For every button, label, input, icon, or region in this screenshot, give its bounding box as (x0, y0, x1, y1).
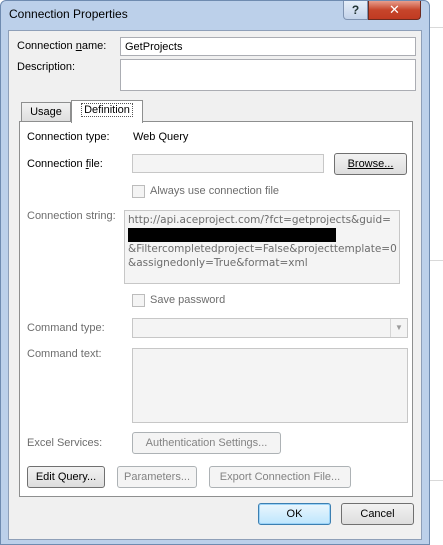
connection-string-line: http://api.aceproject.com/?fct=getprojec… (128, 214, 391, 226)
help-button[interactable]: ? (343, 1, 368, 20)
connection-file-label: Connection file: (27, 158, 103, 170)
background-divider (430, 260, 443, 261)
tab-definition[interactable]: Definition (71, 100, 143, 123)
tab-usage-label: Usage (30, 106, 62, 118)
authentication-settings-label: Authentication Settings... (145, 437, 268, 449)
save-password-checkbox[interactable] (132, 294, 145, 307)
tab-definition-label: Definition (81, 103, 133, 117)
description-input[interactable] (120, 59, 416, 91)
connection-string-input[interactable]: http://api.aceproject.com/?fct=getprojec… (124, 210, 400, 284)
ok-button[interactable]: OK (258, 503, 331, 525)
connection-file-input[interactable] (132, 154, 324, 173)
export-connection-file-label: Export Connection File... (219, 471, 341, 483)
background-divider (430, 480, 443, 481)
always-use-checkbox[interactable] (132, 185, 145, 198)
edit-query-label: Edit Query... (35, 471, 97, 483)
command-type-select[interactable]: ▼ (132, 318, 408, 338)
always-use-label: Always use connection file (150, 185, 280, 197)
command-type-label: Command type: (27, 322, 105, 334)
connection-properties-dialog: Connection Properties ? ✕ Connection nam… (0, 0, 430, 545)
description-label: Description: (17, 61, 76, 73)
cancel-label: Cancel (360, 508, 395, 520)
authentication-settings-button[interactable]: Authentication Settings... (132, 432, 281, 454)
connection-name-value: GetProjects (125, 41, 183, 53)
chevron-down-icon[interactable]: ▼ (390, 319, 407, 337)
close-button[interactable]: ✕ (368, 1, 421, 20)
title-bar[interactable]: Connection Properties ? ✕ (1, 1, 429, 29)
connection-type-label: Connection type: (27, 131, 110, 143)
connection-string-label: Connection string: (27, 210, 116, 222)
definition-panel: Connection type: Web Query Connection fi… (19, 121, 413, 497)
connection-type-value: Web Query (133, 131, 189, 143)
dialog-body: Connection name: GetProjects Description… (8, 30, 422, 540)
connection-string-line: &Filtercompletedproject=False&projecttem… (128, 243, 397, 255)
command-text-label: Command text: (27, 348, 102, 360)
cancel-button[interactable]: Cancel (341, 503, 414, 525)
command-text-input[interactable] (132, 348, 408, 423)
background-area (430, 0, 443, 545)
ok-label: OK (286, 508, 303, 520)
background-divider (430, 27, 443, 28)
excel-services-label: Excel Services: (27, 437, 103, 449)
browse-button[interactable]: Browse... (334, 153, 407, 175)
tab-usage[interactable]: Usage (21, 102, 71, 123)
export-connection-file-button[interactable]: Export Connection File... (209, 466, 351, 488)
connection-name-label: Connection name: (17, 40, 107, 52)
parameters-label: Parameters... (123, 471, 191, 483)
parameters-button[interactable]: Parameters... (117, 466, 197, 488)
edit-query-button[interactable]: Edit Query... (27, 466, 105, 488)
dialog-title: Connection Properties (9, 7, 128, 21)
browse-button-label: Browse... (347, 158, 394, 170)
redacted-guid (128, 228, 336, 242)
connection-string-line: &assignedonly=True&format=xml (128, 257, 308, 269)
save-password-label: Save password (150, 294, 226, 306)
connection-name-input[interactable]: GetProjects (120, 37, 416, 56)
